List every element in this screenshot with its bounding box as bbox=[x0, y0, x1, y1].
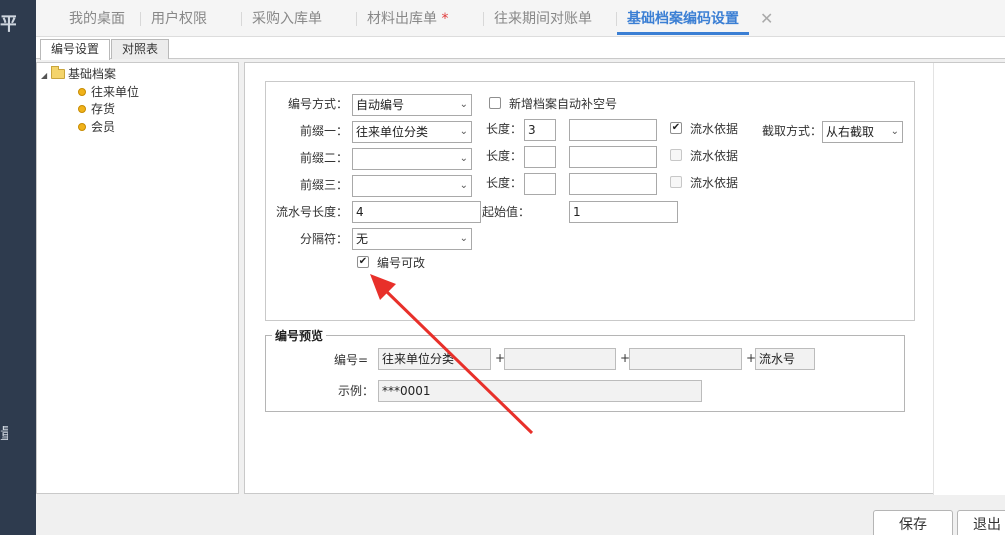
preview-example-label: 示例： bbox=[337, 384, 374, 398]
serial-basis1-checkbox[interactable]: ✔ bbox=[670, 122, 682, 134]
select-value: 从右截取 bbox=[826, 125, 875, 139]
tree-node-members[interactable]: 会员 bbox=[78, 119, 115, 135]
tab-label: 往来期间对账单 bbox=[494, 11, 592, 27]
autofill-gap-checkbox[interactable] bbox=[489, 97, 501, 109]
cut-mode-select[interactable]: 从右截取 ⌄ bbox=[822, 121, 903, 143]
serial-length-label: 流水号长度： bbox=[275, 205, 348, 219]
tree-node-inventory[interactable]: 存货 bbox=[78, 101, 115, 117]
document-tab-bar: 我的桌面 用户权限 采购入库单 材料出库单 * 往来期间对账单 基础档案编码设置… bbox=[36, 0, 1005, 37]
prefix1-select[interactable]: 往来单位分类 ⌄ bbox=[352, 121, 472, 143]
tab-separator bbox=[356, 12, 357, 26]
subtab-code-settings[interactable]: 编号设置 bbox=[40, 39, 111, 60]
panel-right-gutter bbox=[933, 63, 1005, 495]
tab-separator bbox=[241, 12, 242, 26]
tab-label: 采购入库单 bbox=[252, 11, 322, 27]
settings-subtab-bar: 编号设置 对照表 bbox=[36, 37, 1005, 60]
chevron-down-icon: ⌄ bbox=[459, 180, 468, 191]
tree-node-trading-units[interactable]: 往来单位 bbox=[78, 84, 140, 100]
rail-glyph-icon: 量 bbox=[0, 420, 8, 444]
preview-part4: 流水号 bbox=[755, 348, 815, 370]
prefix3-extra-input[interactable] bbox=[569, 173, 657, 195]
tree-node-label: 存货 bbox=[91, 102, 116, 116]
chevron-down-icon: ⌄ bbox=[459, 126, 468, 137]
prefix2-extra-input[interactable] bbox=[569, 146, 657, 168]
code-editable-checkbox[interactable]: ✔ bbox=[357, 256, 369, 268]
tab-label: 基础档案编码设置 bbox=[627, 11, 739, 27]
length1-label: 长度： bbox=[485, 122, 522, 136]
chevron-down-icon: ⌄ bbox=[890, 126, 899, 137]
chevron-down-icon: ⌄ bbox=[459, 99, 468, 110]
tab-label: 用户权限 bbox=[151, 11, 207, 27]
preview-part2 bbox=[504, 348, 616, 370]
tab-user-permissions[interactable]: 用户权限 bbox=[151, 0, 207, 37]
code-mode-label: 编号方式： bbox=[287, 97, 348, 111]
node-dot-icon bbox=[78, 88, 86, 96]
preview-example-value: ***0001 bbox=[378, 380, 702, 402]
tree-node-label: 基础档案 bbox=[68, 67, 117, 81]
tab-my-desktop[interactable]: 我的桌面 bbox=[69, 0, 125, 37]
tab-separator bbox=[140, 12, 141, 26]
tab-purchase-receipt[interactable]: 采购入库单 bbox=[252, 0, 322, 37]
tree-node-label: 往来单位 bbox=[91, 85, 140, 99]
length3-input[interactable] bbox=[524, 173, 556, 195]
close-icon[interactable]: ✕ bbox=[760, 0, 773, 38]
cut-mode-label: 截取方式： bbox=[761, 124, 822, 138]
serial-basis2-checkbox[interactable] bbox=[670, 149, 682, 161]
archive-tree-panel: ◢ 基础档案 往来单位 存货 会员 bbox=[36, 62, 239, 494]
prefix3-label: 前缀三： bbox=[299, 178, 348, 192]
preview-part1: 往来单位分类 bbox=[378, 348, 491, 370]
node-dot-icon bbox=[78, 123, 86, 131]
separator-select[interactable]: 无 ⌄ bbox=[352, 228, 472, 250]
serial-basis1-label: 流水依据 bbox=[690, 122, 739, 136]
autofill-gap-label: 新增档案自动补空号 bbox=[509, 97, 618, 111]
prefix2-select[interactable]: ⌄ bbox=[352, 148, 472, 170]
start-value-input[interactable]: 1 bbox=[569, 201, 678, 223]
serial-length-input[interactable]: 4 bbox=[352, 201, 481, 223]
serial-basis2-label: 流水依据 bbox=[690, 149, 739, 163]
left-sidebar-rail: 平 量 bbox=[0, 0, 36, 535]
code-preview-legend: 编号预览 bbox=[272, 327, 327, 344]
folder-open-icon bbox=[51, 66, 65, 79]
select-value: 往来单位分类 bbox=[356, 125, 429, 139]
node-dot-icon bbox=[78, 105, 86, 113]
tree-node-label: 会员 bbox=[91, 120, 116, 134]
tab-label: 我的桌面 bbox=[69, 11, 125, 27]
tab-base-archive-code-settings[interactable]: 基础档案编码设置 bbox=[617, 0, 749, 37]
length2-label: 长度： bbox=[485, 149, 522, 163]
subtab-mapping-table[interactable]: 对照表 bbox=[111, 39, 170, 59]
select-value: 自动编号 bbox=[356, 98, 405, 112]
select-value: 无 bbox=[356, 232, 369, 246]
prefix3-select[interactable]: ⌄ bbox=[352, 175, 472, 197]
tab-material-issue[interactable]: 材料出库单 * bbox=[367, 0, 448, 37]
rail-glyph-icon: 平 bbox=[0, 14, 16, 35]
preview-code-label: 编号= bbox=[333, 353, 368, 367]
chevron-down-icon: ⌄ bbox=[459, 153, 468, 164]
prefix1-label: 前缀一： bbox=[299, 124, 348, 138]
length1-input[interactable]: 3 bbox=[524, 119, 556, 141]
start-value-label: 起始值： bbox=[482, 205, 531, 219]
modified-indicator: * bbox=[441, 11, 449, 27]
serial-basis3-label: 流水依据 bbox=[690, 176, 739, 190]
save-button[interactable]: 保存 bbox=[873, 510, 953, 535]
prefix2-label: 前缀二： bbox=[299, 151, 348, 165]
code-mode-select[interactable]: 自动编号 ⌄ bbox=[352, 94, 472, 116]
length3-label: 长度： bbox=[485, 176, 522, 190]
collapse-toggle-icon[interactable]: ◢ bbox=[41, 68, 51, 84]
prefix1-extra-input[interactable] bbox=[569, 119, 657, 141]
length2-input[interactable] bbox=[524, 146, 556, 168]
tab-label: 材料出库单 bbox=[367, 11, 437, 27]
tab-separator bbox=[483, 12, 484, 26]
code-editable-label: 编号可改 bbox=[377, 256, 426, 270]
tab-period-statement[interactable]: 往来期间对账单 bbox=[494, 0, 592, 37]
serial-basis3-checkbox[interactable] bbox=[670, 176, 682, 188]
preview-part3 bbox=[629, 348, 742, 370]
chevron-down-icon: ⌄ bbox=[459, 233, 468, 244]
tree-node-base-archive[interactable]: ◢ 基础档案 bbox=[41, 66, 116, 82]
separator-label: 分隔符： bbox=[299, 232, 348, 246]
exit-button[interactable]: 退出 bbox=[957, 510, 1005, 535]
